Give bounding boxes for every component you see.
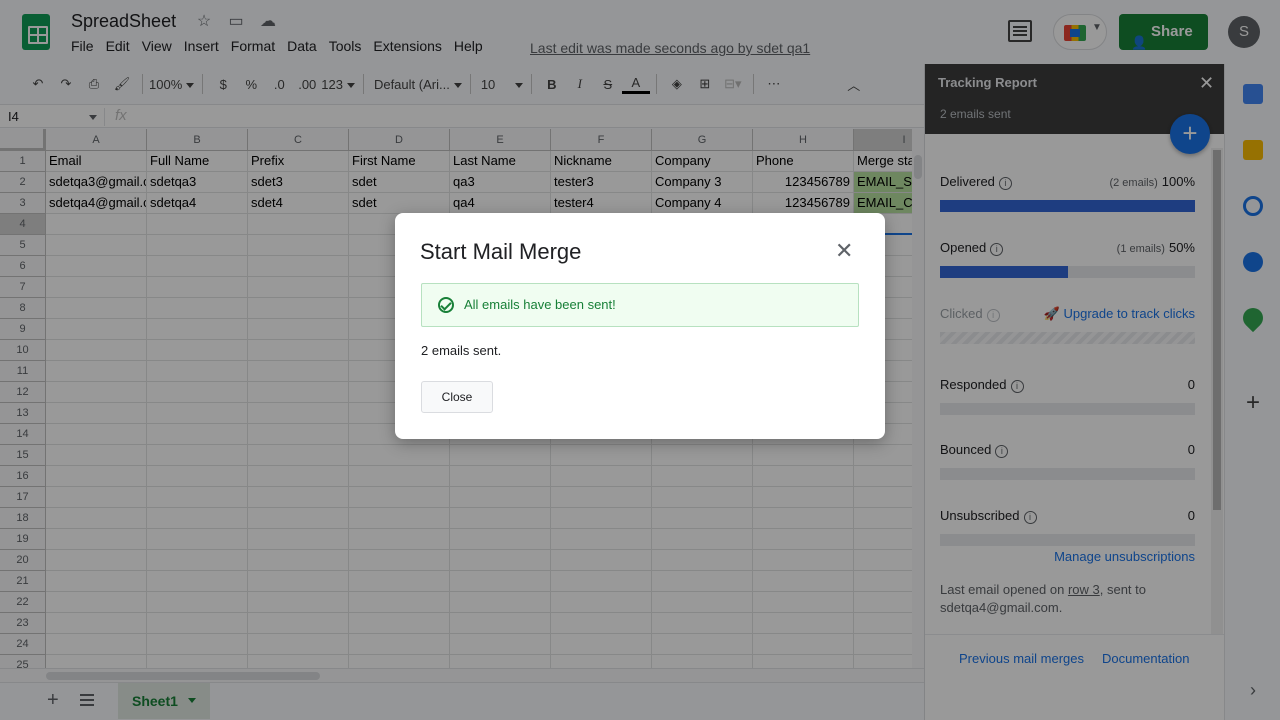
dialog-body: 2 emails sent. <box>421 343 502 358</box>
dialog-title: Start Mail Merge <box>420 239 582 264</box>
start-mail-merge-dialog: Start Mail Merge ✕ All emails have been … <box>395 213 885 439</box>
success-alert: All emails have been sent! <box>421 283 859 327</box>
close-button[interactable]: Close <box>421 381 493 413</box>
alert-text: All emails have been sent! <box>464 297 616 312</box>
close-icon[interactable]: ✕ <box>835 239 853 263</box>
check-circle-icon <box>438 297 454 313</box>
screen: SpreadSheet ☆ ▭ ☁ File Edit View Insert … <box>0 0 1280 720</box>
